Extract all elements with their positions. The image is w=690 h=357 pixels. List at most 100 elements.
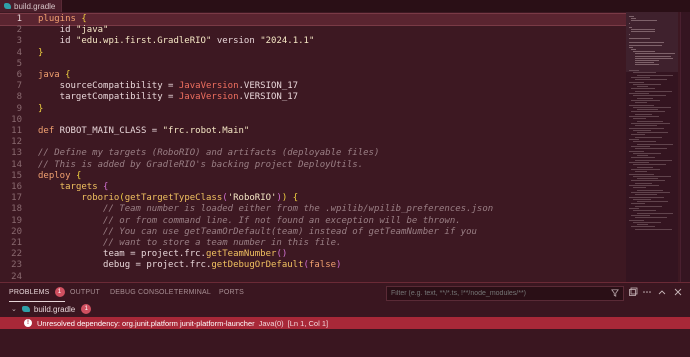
more-actions-icon[interactable] (642, 287, 652, 297)
minimap-line (635, 159, 672, 161)
minimap-line (629, 162, 649, 163)
filter-icon[interactable] (611, 289, 619, 297)
minimap-line (633, 118, 646, 120)
minimap-line (631, 111, 665, 113)
minimap-line (633, 95, 666, 97)
minimap-line (629, 22, 630, 24)
minimap-line (633, 164, 666, 166)
minimap-line (637, 224, 648, 226)
minimap-line (631, 203, 645, 205)
minimap-line (635, 205, 662, 207)
minimap-line (635, 79, 667, 81)
tab-output[interactable]: OUTPUT (70, 283, 100, 302)
code-editor[interactable]: 1 plugins {2 id "java" 3 id "edu.wpi.first… (0, 12, 690, 282)
tab-terminal-label: TERMINAL (174, 289, 211, 296)
minimap-line (631, 226, 655, 228)
tab-terminal[interactable]: TERMINAL (174, 283, 211, 302)
minimap-line (633, 141, 656, 143)
code-line[interactable]: 24 (0, 271, 626, 282)
minimap-line (635, 64, 660, 66)
minimap-line (629, 150, 644, 152)
minimap-line (631, 31, 656, 33)
minimap[interactable] (626, 12, 678, 282)
editor-scrollbar[interactable] (680, 12, 690, 282)
minimap-line (629, 208, 639, 209)
minimap-line (635, 90, 672, 92)
minimap-line (637, 97, 653, 99)
minimap-line (635, 194, 657, 196)
minimap-line (635, 113, 652, 115)
minimap-line (635, 102, 647, 104)
minimap-line (633, 83, 661, 85)
tab-problems[interactable]: PROBLEMS 1 (9, 283, 65, 302)
minimap-line (629, 185, 659, 186)
minimap-line (633, 210, 656, 212)
minimap-line (637, 74, 673, 76)
minimap-line (629, 42, 664, 44)
bottom-panel: PROBLEMS 1 OUTPUT DEBUG CONSOLE TERMINAL… (0, 282, 690, 357)
minimap-line (629, 116, 659, 117)
copy-icon[interactable] (628, 287, 638, 297)
minimap-line (629, 196, 664, 198)
close-panel-icon[interactable] (673, 287, 683, 297)
minimap-line (631, 122, 670, 124)
minimap-line (635, 228, 672, 230)
tab-ports[interactable]: PORTS (219, 283, 244, 302)
chevron-down-icon[interactable]: ⌄ (11, 305, 17, 313)
minimap-line (631, 145, 650, 147)
minimap-line (629, 173, 654, 175)
minimap-line (637, 201, 668, 203)
minimap-line (633, 72, 656, 74)
tab-debug-console-label: DEBUG CONSOLE (110, 289, 174, 296)
problem-source: Java(0) (258, 318, 284, 328)
minimap-line (635, 53, 675, 55)
problem-item[interactable]: ! Unresolved dependency: org.junit.platf… (0, 317, 690, 329)
minimap-line (635, 62, 654, 64)
minimap-line (637, 120, 663, 122)
error-icon: ! (24, 319, 32, 327)
maximize-panel-icon[interactable] (657, 287, 667, 297)
minimap-line (631, 18, 636, 20)
minimap-line (633, 221, 661, 223)
tab-ports-label: PORTS (219, 289, 244, 296)
tab-label: build.gradle (14, 1, 56, 11)
minimap-line (631, 99, 660, 101)
minimap-line (635, 60, 660, 61)
minimap-line (633, 198, 651, 200)
file-problem-count: 1 (81, 304, 92, 314)
minimap-line (635, 57, 673, 59)
minimap-line (629, 44, 662, 46)
minimap-line (631, 168, 660, 170)
minimap-line (629, 33, 630, 35)
minimap-line (629, 104, 654, 106)
minimap-line (635, 217, 667, 219)
minimap-line (633, 175, 671, 177)
problems-filter (386, 286, 624, 301)
minimap-line (629, 81, 644, 83)
problem-file-row[interactable]: ⌄ build.gradle 1 (0, 303, 690, 315)
minimap-line (631, 157, 655, 159)
gradle-elephant-icon (4, 3, 11, 9)
panel-tabs: PROBLEMS 1 OUTPUT DEBUG CONSOLE TERMINAL… (0, 283, 690, 302)
problem-file-name: build.gradle (33, 304, 76, 314)
minimap-line (631, 134, 645, 136)
minimap-line (629, 46, 634, 48)
minimap-line (631, 76, 650, 78)
minimap-line (633, 152, 661, 154)
minimap-line (635, 125, 657, 127)
tab-build-gradle[interactable]: build.gradle (0, 0, 63, 12)
minimap-line (637, 166, 653, 168)
minimap-line (635, 55, 672, 57)
minimap-line (635, 136, 662, 138)
minimap-line (629, 70, 639, 71)
minimap-line (637, 109, 658, 111)
minimap-line (637, 155, 648, 157)
filter-input[interactable] (387, 289, 603, 298)
tab-debug-console[interactable]: DEBUG CONSOLE (110, 283, 174, 302)
minimap-line (631, 20, 657, 22)
minimap-line (631, 49, 636, 50)
minimap-line (633, 187, 646, 189)
minimap-line (629, 38, 651, 39)
minimap-line (633, 129, 651, 131)
minimap-line (631, 214, 650, 216)
